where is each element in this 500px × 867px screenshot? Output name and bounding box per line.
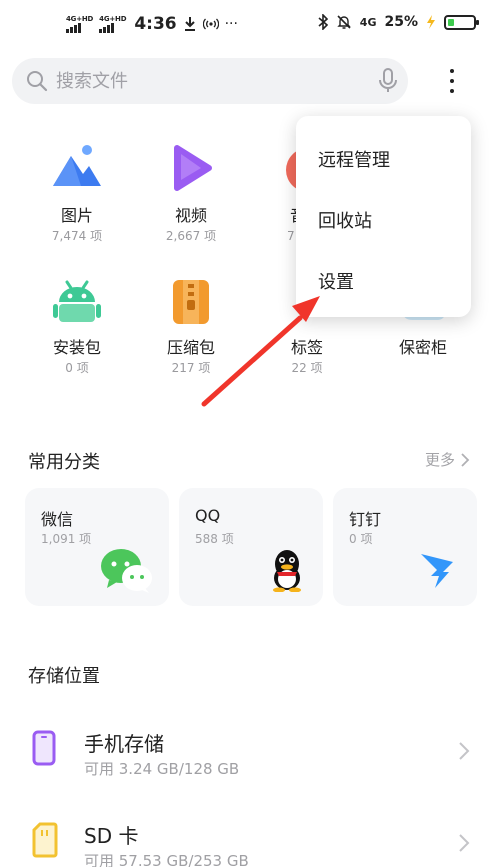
more-options-button[interactable]	[440, 66, 464, 96]
dingtalk-icon	[421, 554, 453, 588]
category-count: 2,667 项	[165, 229, 217, 243]
battery-percent: 25%	[384, 14, 418, 30]
more-link[interactable]: 更多	[425, 449, 470, 470]
qq-icon	[273, 550, 301, 592]
category-images[interactable]: 图片 7,474 项	[22, 140, 132, 244]
download-icon	[184, 17, 195, 31]
search-icon	[27, 71, 48, 92]
chevron-right-icon	[461, 452, 470, 467]
image-icon	[47, 140, 107, 200]
category-archives[interactable]: 压缩包 217 项	[136, 272, 246, 376]
app-card-qq[interactable]: QQ 588 项	[179, 488, 323, 606]
category-audio[interactable]: 音 7	[232, 140, 306, 244]
charging-icon	[427, 15, 435, 29]
app-count: 1,091 项	[41, 532, 92, 546]
video-icon	[161, 140, 221, 200]
network-type: 4G	[359, 15, 377, 29]
app-card-dingtalk[interactable]: 钉钉 0 项	[333, 488, 477, 606]
archive-icon	[161, 272, 221, 332]
overflow-menu: 远程管理 回收站 设置	[296, 116, 471, 317]
android-icon	[47, 272, 107, 332]
battery-icon	[444, 14, 479, 30]
more-label: 更多	[424, 451, 455, 469]
status-time: 4:36	[134, 14, 177, 34]
app-count: 0 项	[349, 532, 373, 546]
app-name: QQ	[195, 506, 221, 525]
menu-item-settings[interactable]: 设置	[318, 268, 354, 294]
hotspot-icon	[202, 18, 219, 30]
storage-name: SD 卡	[84, 824, 139, 848]
category-label: 压缩包	[166, 338, 215, 357]
category-label: 保密柜	[398, 338, 447, 357]
app-card-wechat[interactable]: 微信 1,091 项	[25, 488, 169, 606]
frequent-section-title: 常用分类	[28, 452, 100, 473]
storage-section-title: 存储位置	[28, 666, 100, 687]
category-count: 217 项	[171, 361, 211, 375]
storage-name: 手机存储	[84, 732, 164, 756]
category-count: 0 项	[65, 361, 89, 375]
app-name: 微信	[41, 510, 74, 529]
category-videos[interactable]: 视频 2,667 项	[136, 140, 246, 244]
category-count: 7	[287, 229, 295, 243]
bluetooth-icon	[318, 14, 328, 30]
sd-card-icon	[32, 822, 58, 858]
status-bar: 4G+HD 4G+HD 4:36 ··· 4G 25%	[0, 0, 500, 52]
mute-icon	[337, 15, 351, 29]
category-count: 22 项	[291, 361, 323, 375]
search-input[interactable]	[56, 68, 356, 94]
phone-storage-icon	[32, 730, 56, 766]
app-name: 钉钉	[349, 510, 382, 529]
sim1-signal-icon: 4G+HD	[66, 15, 93, 33]
app-count: 588 项	[195, 532, 234, 546]
category-label: 音	[290, 206, 306, 226]
wechat-icon	[101, 549, 152, 593]
storage-available: 可用 3.24 GB/128 GB	[84, 760, 240, 778]
storage-item-sd-card[interactable]: SD 卡 可用 57.53 GB/253 GB	[0, 808, 500, 867]
category-apks[interactable]: 安装包 0 项	[22, 272, 132, 376]
category-label: 标签	[290, 338, 323, 357]
menu-item-remote-management[interactable]: 远程管理	[318, 146, 390, 172]
storage-available: 可用 57.53 GB/253 GB	[84, 852, 249, 867]
chevron-right-icon	[459, 742, 470, 760]
category-label: 安装包	[52, 338, 101, 357]
microphone-icon[interactable]	[378, 68, 398, 94]
sim2-signal-icon: 4G+HD	[99, 15, 127, 33]
menu-item-recycle-bin[interactable]: 回收站	[318, 207, 372, 233]
chevron-right-icon	[459, 834, 470, 852]
category-label: 视频	[174, 206, 207, 225]
storage-item-phone[interactable]: 手机存储 可用 3.24 GB/128 GB	[0, 716, 500, 786]
status-more: ···	[224, 16, 238, 32]
category-label: 图片	[60, 206, 93, 225]
category-count: 7,474 项	[51, 229, 103, 243]
search-bar[interactable]	[12, 58, 408, 104]
